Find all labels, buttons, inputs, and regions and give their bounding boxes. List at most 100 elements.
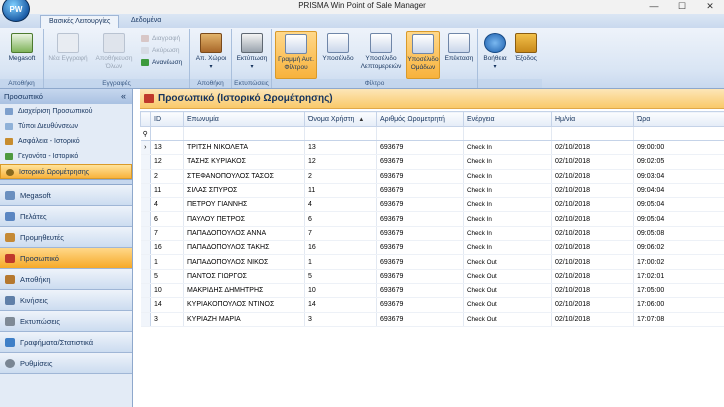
- column-header-meter-number[interactable]: Αριθμός Ωρομετρητή: [376, 111, 464, 127]
- row-indicator[interactable]: [140, 283, 151, 299]
- row-indicator[interactable]: [140, 254, 151, 270]
- cell-id[interactable]: 6: [150, 211, 184, 227]
- table-row[interactable]: 1 ΠΑΠΑΔΟΠΟΥΛΟΣ ΝΙΚΟΣ 1 693679 Check Out 02/10…: [140, 254, 724, 270]
- subtotal-details-button[interactable]: Υποσέλιδο Λεπτομερειών: [358, 31, 404, 79]
- cell-date[interactable]: 02/10/2018: [551, 140, 634, 156]
- cell-action[interactable]: Check Out: [463, 269, 552, 284]
- group-subtotal-button[interactable]: Υποσέλιδο Ομάδων: [406, 31, 440, 79]
- expand-button[interactable]: Επέκταση: [442, 31, 476, 79]
- table-row[interactable]: › 13 ΤΡΙΤΣΗ ΝΙΚΟΛΕΤΑ 13 693679 Check In 02/10/…: [140, 140, 724, 156]
- cell-id[interactable]: 5: [150, 269, 184, 284]
- cell-id[interactable]: 14: [150, 297, 184, 313]
- column-header-date[interactable]: Ημ/νία: [551, 111, 634, 127]
- cell-meter-number[interactable]: 693679: [376, 254, 464, 270]
- sidebar-item-events-history[interactable]: Γεγονότα - Ιστορικό: [0, 149, 132, 164]
- cell-username[interactable]: 1: [304, 254, 377, 270]
- cell-date[interactable]: 02/10/2018: [551, 197, 634, 213]
- cell-meter-number[interactable]: 693679: [376, 297, 464, 313]
- cell-username[interactable]: 2: [304, 169, 377, 184]
- cell-name[interactable]: ΣΙΛΑΣ ΣΠΥΡΟΣ: [183, 183, 305, 199]
- cell-meter-number[interactable]: 693679: [376, 183, 464, 199]
- cell-name[interactable]: ΠΑΠΑΔΟΠΟΥΛΟΣ ΝΙΚΟΣ: [183, 254, 305, 270]
- cell-date[interactable]: 02/10/2018: [551, 312, 634, 327]
- filter-cell[interactable]: [376, 126, 464, 141]
- cell-action[interactable]: Check Out: [463, 283, 552, 299]
- cell-date[interactable]: 02/10/2018: [551, 226, 634, 242]
- cell-date[interactable]: 02/10/2018: [551, 269, 634, 284]
- table-row[interactable]: 2 ΣΤΕΦΑΝΟΠΟΥΛΟΣ ΤΑΣΟΣ 2 693679 Check In 02/10…: [140, 169, 724, 184]
- cell-time[interactable]: 09:02:05: [633, 154, 724, 170]
- cell-name[interactable]: ΜΑΚΡΙΔΗΣ ΔΗΜΗΤΡΗΣ: [183, 283, 305, 299]
- sidebar-item-security-history[interactable]: Ασφάλεια - Ιστορικό: [0, 134, 132, 149]
- table-row[interactable]: 16 ΠΑΠΑΔΟΠΟΥΛΟΣ ΤΑΚΗΣ 16 693679 Check In 02/1…: [140, 240, 724, 256]
- megasoft-button[interactable]: Megasoft: [4, 31, 40, 79]
- cell-time[interactable]: 09:04:04: [633, 183, 724, 199]
- cell-time[interactable]: 17:00:02: [633, 254, 724, 270]
- cell-action[interactable]: Check In: [463, 226, 552, 242]
- row-indicator[interactable]: [140, 197, 151, 213]
- cell-username[interactable]: 6: [304, 211, 377, 227]
- save-all-button[interactable]: Αποθήκευση Όλων: [92, 31, 136, 79]
- cell-time[interactable]: 09:05:04: [633, 197, 724, 213]
- tab-data[interactable]: Δεδομένα: [123, 15, 169, 28]
- print-button[interactable]: Εκτύπωση ▾: [234, 31, 270, 79]
- filter-cell[interactable]: [150, 126, 184, 141]
- cell-date[interactable]: 02/10/2018: [551, 254, 634, 270]
- table-row[interactable]: 6 ΠΑΥΛΟΥ ΠΕΤΡΟΣ 6 693679 Check In 02/10/2018 0…: [140, 211, 724, 227]
- current-row-indicator[interactable]: ›: [140, 140, 151, 156]
- cell-time[interactable]: 09:06:02: [633, 240, 724, 256]
- cell-action[interactable]: Check Out: [463, 254, 552, 270]
- cell-username[interactable]: 3: [304, 312, 377, 327]
- cell-id[interactable]: 3: [150, 312, 184, 327]
- cell-date[interactable]: 02/10/2018: [551, 154, 634, 170]
- row-indicator[interactable]: [140, 312, 151, 327]
- nav-prints[interactable]: Εκτυπώσεις: [0, 311, 132, 332]
- row-indicator[interactable]: [140, 269, 151, 284]
- nav-customers[interactable]: Πελάτες: [0, 206, 132, 227]
- cell-meter-number[interactable]: 693679: [376, 154, 464, 170]
- cell-id[interactable]: 11: [150, 183, 184, 199]
- cell-id[interactable]: 2: [150, 169, 184, 184]
- minimize-button[interactable]: —: [640, 0, 668, 14]
- row-indicator[interactable]: [140, 240, 151, 256]
- cell-username[interactable]: 14: [304, 297, 377, 313]
- cell-username[interactable]: 7: [304, 226, 377, 242]
- cell-time[interactable]: 17:07:08: [633, 312, 724, 327]
- table-row[interactable]: 5 ΠΑΝΤΟΣ ΓΙΩΡΓΟΣ 5 693679 Check Out 02/10/201…: [140, 269, 724, 284]
- cell-time[interactable]: 09:05:04: [633, 211, 724, 227]
- nav-settings[interactable]: Ρυθμίσεις: [0, 353, 132, 374]
- row-indicator[interactable]: [140, 211, 151, 227]
- filter-cell[interactable]: [304, 126, 377, 141]
- cell-name[interactable]: ΠΑΥΛΟΥ ΠΕΤΡΟΣ: [183, 211, 305, 227]
- cell-time[interactable]: 09:00:00: [633, 140, 724, 156]
- cell-meter-number[interactable]: 693679: [376, 283, 464, 299]
- cell-username[interactable]: 5: [304, 269, 377, 284]
- cell-action[interactable]: Check Out: [463, 297, 552, 313]
- cell-username[interactable]: 4: [304, 197, 377, 213]
- cell-meter-number[interactable]: 693679: [376, 197, 464, 213]
- cell-time[interactable]: 09:05:08: [633, 226, 724, 242]
- cell-name[interactable]: ΠΑΠΑΔΟΠΟΥΛΟΣ ΤΑΚΗΣ: [183, 240, 305, 256]
- close-button[interactable]: ✕: [696, 0, 724, 14]
- cell-action[interactable]: Check In: [463, 154, 552, 170]
- sidebar-item-time-tracking-history[interactable]: Ιστορικό Ωρομέτρησης: [0, 164, 132, 179]
- cell-action[interactable]: Check In: [463, 211, 552, 227]
- maximize-button[interactable]: ☐: [668, 0, 696, 14]
- cell-id[interactable]: 12: [150, 154, 184, 170]
- cell-time[interactable]: 17:02:01: [633, 269, 724, 284]
- cell-date[interactable]: 02/10/2018: [551, 169, 634, 184]
- column-header-name[interactable]: Επωνυμία: [183, 111, 305, 127]
- cell-date[interactable]: 02/10/2018: [551, 183, 634, 199]
- cell-name[interactable]: ΠΑΠΑΔΟΠΟΥΛΟΣ ΑΝΝΑ: [183, 226, 305, 242]
- column-header-id[interactable]: ID: [150, 111, 184, 127]
- cell-username[interactable]: 16: [304, 240, 377, 256]
- cell-action[interactable]: Check In: [463, 183, 552, 199]
- table-row[interactable]: 7 ΠΑΠΑΔΟΠΟΥΛΟΣ ΑΝΝΑ 7 693679 Check In 02/10/2…: [140, 226, 724, 242]
- cell-action[interactable]: Check In: [463, 197, 552, 213]
- cell-name[interactable]: ΤΡΙΤΣΗ ΝΙΚΟΛΕΤΑ: [183, 140, 305, 156]
- cell-username[interactable]: 10: [304, 283, 377, 299]
- cell-name[interactable]: ΚΥΡΙΑΖΗ ΜΑΡΙΑ: [183, 312, 305, 327]
- nav-transactions[interactable]: Κινήσεις: [0, 290, 132, 311]
- row-indicator[interactable]: [140, 183, 151, 199]
- delete-button[interactable]: Διαγραφή: [140, 33, 180, 44]
